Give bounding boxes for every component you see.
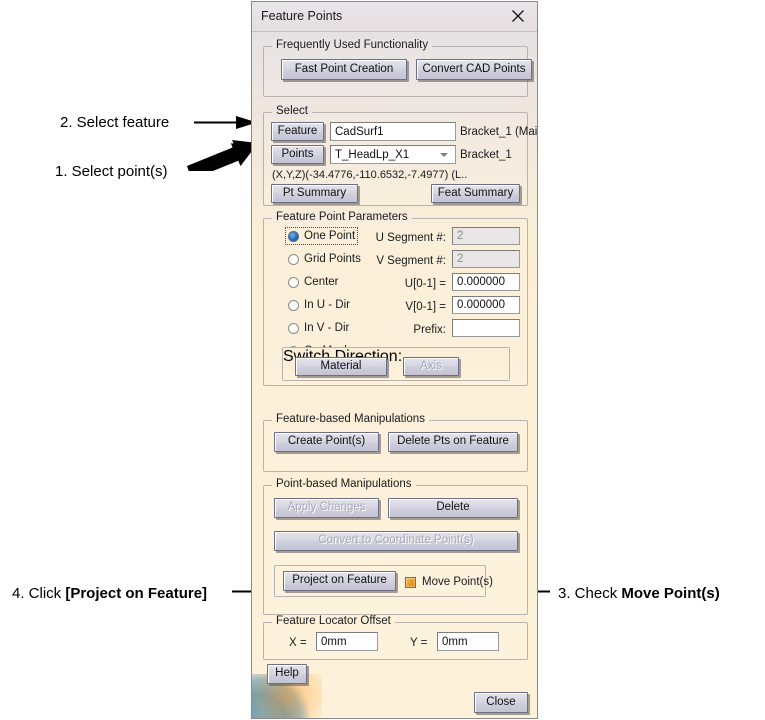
offset-y-input[interactable]: 0mm [437,632,499,651]
v-segment-input: 2 [452,250,520,268]
select-legend: Select [272,105,312,117]
feature-point-parameters-legend: Feature Point Parameters [272,211,412,223]
feature-value-input[interactable]: CadSurf1 [330,122,456,141]
annotation-step-3: 3. Check Move Point(s) [558,586,720,601]
point-based-manipulations-group: Point-based Manipulations Apply Changes … [263,478,528,615]
offset-y-label: Y = [410,637,428,649]
radio-center[interactable]: Center [288,276,339,288]
move-points-label: Move Point(s) [422,576,493,588]
axis-button: Axis [403,357,459,376]
u-segment-label: U Segment #: [375,232,446,244]
material-button[interactable]: Material [295,357,387,376]
annotation-step-3-text: 3. Check [558,585,622,602]
delete-button[interactable]: Delete [388,498,518,518]
offset-x-input[interactable]: 0mm [316,632,378,651]
dialog-titlebar[interactable]: Feature Points [252,2,537,32]
u-range-input[interactable]: 0.000000 [452,273,520,291]
radio-in-v-dir-label: In V - Dir [304,322,350,334]
convert-to-coordinate-points-button: Convert to Coordinate Point(s) [274,531,518,551]
points-button[interactable]: Points [271,145,324,164]
move-points-checkbox[interactable]: Move Point(s) [405,576,493,588]
switch-direction-group: Switch Direction: Material Axis [282,347,510,381]
radio-grid-points[interactable]: Grid Points [288,253,361,265]
points-owner-label: Bracket_1 [460,149,512,161]
prefix-label: Prefix: [413,324,446,336]
feature-button[interactable]: Feature [271,122,324,141]
dialog-title: Feature Points [261,9,343,23]
radio-indicator [288,276,299,288]
radio-in-u-dir-label: In U - Dir [304,299,350,311]
radio-in-v-dir[interactable]: In V - Dir [288,322,349,334]
apply-changes-button: Apply Changes [274,498,379,518]
v-range-input[interactable]: 0.000000 [452,296,520,314]
u-range-label: U[0-1] = [404,278,446,290]
coordinate-readout: (X,Y,Z)(-34.4776,-110.6532,-7.4977) (L.. [272,169,468,181]
v-range-label: V[0-1] = [405,301,446,313]
annotation-step-2: 2. Select feature [60,115,169,130]
radio-one-point[interactable]: One Point [284,227,359,245]
feature-based-manipulations-group: Feature-based Manipulations Create Point… [263,413,528,472]
points-select[interactable]: T_HeadLp_X1 [330,145,456,164]
points-select-value: T_HeadLp_X1 [335,148,410,161]
radio-indicator [288,322,299,334]
project-move-subgroup: Project on Feature Move Point(s) [274,565,493,597]
fast-point-creation-button[interactable]: Fast Point Creation [281,59,407,80]
feature-locator-offset-group: Feature Locator Offset X = 0mm Y = 0mm [263,615,528,660]
annotation-step-1-text: 1. Select point(s) [55,163,168,180]
select-group: Select Feature CadSurf1 Bracket_1 (Main)… [263,105,537,206]
radio-one-point-label: One Point [304,230,356,242]
radio-center-label: Center [304,276,339,288]
annotation-arrow-step-2 [194,116,257,129]
close-icon[interactable] [509,7,527,25]
annotation-step-3-emphasis: Move Point(s) [621,585,720,602]
frequently-used-group: Frequently Used Functionality Fast Point… [263,39,532,97]
help-button[interactable]: Help [267,664,307,684]
create-points-button[interactable]: Create Point(s) [274,432,379,452]
frequently-used-legend: Frequently Used Functionality [272,39,433,51]
radio-indicator [288,230,299,242]
feature-point-parameters-group: Feature Point Parameters One Point Grid … [263,211,528,386]
prefix-input[interactable] [452,319,520,337]
radio-grid-points-label: Grid Points [304,253,361,265]
point-based-manipulations-legend: Point-based Manipulations [272,478,416,490]
feat-summary-button[interactable]: Feat Summary [431,184,520,203]
feature-locator-offset-legend: Feature Locator Offset [272,615,395,627]
pt-summary-button[interactable]: Pt Summary [271,184,358,203]
annotation-step-4-text: 4. Click [12,585,66,602]
close-button[interactable]: Close [474,692,528,713]
annotation-step-4-emphasis: [Project on Feature] [65,585,208,602]
annotation-step-4: 4. Click [Project on Feature] [12,586,207,601]
annotation-step-2-text: 2. Select feature [60,114,170,131]
annotation-step-1: 1. Select point(s) [55,164,168,179]
delete-pts-on-feature-button[interactable]: Delete Pts on Feature [388,432,518,452]
radio-indicator [288,253,299,265]
project-on-feature-button[interactable]: Project on Feature [283,571,396,591]
u-segment-input: 2 [452,227,520,245]
feature-based-manipulations-legend: Feature-based Manipulations [272,413,429,425]
annotation-arrow-step-1 [187,140,257,171]
feature-points-dialog: Feature Points Frequently Used Functiona… [251,1,538,719]
convert-cad-points-button[interactable]: Convert CAD Points [416,59,532,80]
radio-in-u-dir[interactable]: In U - Dir [288,299,350,311]
v-segment-label: V Segment #: [376,255,446,267]
feature-owner-label: Bracket_1 (Main) [460,126,538,138]
offset-x-label: X = [289,637,307,649]
chevron-down-icon [440,152,448,157]
radio-indicator [288,299,299,311]
checkbox-indicator [405,576,416,588]
